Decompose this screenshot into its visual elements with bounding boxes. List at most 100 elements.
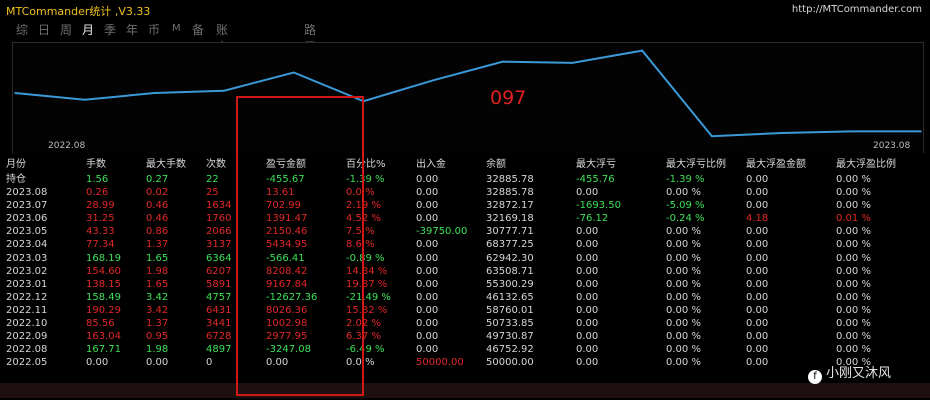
tab-month[interactable]: 月 — [82, 21, 94, 38]
total-row-background — [0, 383, 930, 398]
cell-max-float-profit: 0.00 — [746, 239, 769, 250]
cell-max-float-profit-pct: 0.00 % — [836, 200, 871, 211]
cell-deposit: 0.00 — [416, 292, 439, 303]
balance-point-2023.03 — [571, 62, 574, 64]
tab-year[interactable]: 年 — [126, 21, 138, 38]
website-link[interactable]: http://MTCommander.com — [792, 4, 922, 15]
cell-max-drawdown: 0.00 — [576, 226, 599, 237]
cell-count: 4897 — [206, 344, 232, 355]
cell-month: 2023.03 — [6, 253, 48, 264]
cell-month: 持仓 — [6, 174, 26, 185]
cell-max-float-profit-pct: 0.00 % — [836, 305, 871, 316]
balance-point-2023.02 — [502, 60, 504, 63]
table-row: 2023.06 31.25 0.46 1760 1391.47 4.52 % 0.00 321… — [0, 212, 930, 225]
cell-max-float-profit-pct: 0.00 % — [836, 174, 871, 185]
cell-max-drawdown-pct: 0.00 % — [666, 331, 701, 342]
cell-deposit: 0.00 — [416, 266, 439, 277]
cell-max-float-profit: 最大浮盈金额 — [746, 159, 806, 170]
table-row: 2023.07 28.99 0.46 1634 702.99 2.19 % 0.00 3287… — [0, 199, 930, 212]
cell-max-lots: 0.95 — [146, 331, 169, 342]
cell-count: 3441 — [206, 318, 232, 329]
cell-deposit: 0.00 — [416, 305, 439, 316]
tab-day[interactable]: 日 — [38, 21, 50, 38]
cell-month: 2023.05 — [6, 226, 48, 237]
cell-deposit: 0.00 — [416, 318, 439, 329]
cell-max-drawdown: 最大浮亏 — [576, 159, 616, 170]
cell-max-drawdown: 0.00 — [576, 253, 599, 264]
cell-lots: 0.26 — [86, 187, 109, 198]
balance-point-2022.10 — [223, 89, 225, 92]
cell-count: 6364 — [206, 253, 232, 264]
tab-quarter[interactable]: 季 — [104, 21, 116, 38]
cell-month: 2022.12 — [6, 292, 48, 303]
cell-max-drawdown-pct: 0.00 % — [666, 344, 701, 355]
cell-deposit: 出入金 — [416, 159, 446, 170]
balance-line — [14, 49, 921, 138]
cell-max-drawdown-pct: 0.00 % — [666, 318, 701, 329]
cell-month: 2023.01 — [6, 279, 48, 290]
cell-month: 2023.06 — [6, 213, 48, 224]
cell-max-lots: 1.37 — [146, 318, 169, 329]
cell-count: 1760 — [206, 213, 232, 224]
cell-balance: 46132.65 — [486, 292, 534, 303]
cell-lots: 154.60 — [86, 266, 121, 277]
cell-deposit: 0.00 — [416, 187, 439, 198]
balance-chart — [12, 42, 924, 153]
cell-max-float-profit: 0.00 — [746, 279, 769, 290]
cell-max-float-profit: 0.00 — [746, 187, 769, 198]
cell-count: 6431 — [206, 305, 232, 316]
cell-max-float-profit-pct: 0.00 % — [836, 239, 871, 250]
cell-max-float-profit: 0.00 — [746, 357, 769, 368]
watermark: f 小刚又沐风 — [808, 362, 891, 384]
cell-month: 2022.09 — [6, 331, 48, 342]
cell-lots: 0.00 — [86, 357, 109, 368]
balance-point-2023.07 — [850, 130, 853, 133]
tab-week[interactable]: 周 — [60, 21, 72, 38]
cell-count: 3137 — [206, 239, 232, 250]
tab-currency[interactable]: 币 — [148, 21, 160, 38]
cell-lots: 43.33 — [86, 226, 115, 237]
cell-count: 22 — [206, 174, 219, 185]
cell-month: 2023.04 — [6, 239, 48, 250]
cell-balance: 62942.30 — [486, 253, 534, 264]
cell-balance: 46752.92 — [486, 344, 534, 355]
watermark-text: 小刚又沐风 — [826, 366, 892, 381]
cell-month: 2023.02 — [6, 266, 48, 277]
cell-month: 2022.08 — [6, 344, 48, 355]
table-row: 2023.05 43.33 0.86 2066 2150.46 7.5 % -39750.0… — [0, 225, 930, 238]
app-title: MTCommander统计 ,V3.33 — [6, 5, 151, 18]
cell-max-lots: 0.46 — [146, 213, 169, 224]
cell-lots: 28.99 — [86, 200, 115, 211]
table-row: 2023.02 154.60 1.98 6207 8208.42 14.84 % 0.00 6… — [0, 265, 930, 278]
cell-max-float-profit: 0.00 — [746, 305, 769, 316]
cell-balance: 58760.01 — [486, 305, 534, 316]
cell-balance: 余额 — [486, 159, 506, 170]
cell-max-float-profit-pct: 0.00 % — [836, 292, 871, 303]
cell-max-drawdown: 0.00 — [576, 279, 599, 290]
balance-point-2023.01 — [432, 79, 435, 82]
cell-deposit: 0.00 — [416, 344, 439, 355]
cell-month: 2022.05 — [6, 357, 48, 368]
cell-max-float-profit-pct: 0.01 % — [836, 213, 871, 224]
cell-max-float-profit-pct: 0.00 % — [836, 331, 871, 342]
cell-max-drawdown-pct: -5.09 % — [666, 200, 705, 211]
cell-max-drawdown-pct: 0.00 % — [666, 253, 701, 264]
title-bar: MTCommander统计 ,V3.33 http://MTCommander.… — [0, 0, 930, 20]
tab-m[interactable]: M — [172, 23, 181, 34]
balance-point-2022.11 — [293, 71, 295, 74]
cell-max-drawdown: 0.00 — [576, 305, 599, 316]
cell-deposit: 0.00 — [416, 253, 439, 264]
tab-notes[interactable]: 备 — [192, 21, 204, 38]
cell-max-float-profit: 0.00 — [746, 318, 769, 329]
cell-max-drawdown: -76.12 — [576, 213, 609, 224]
cell-max-drawdown: 0.00 — [576, 266, 599, 277]
table-row: 2022.11 190.29 3.42 6431 8026.36 15.82 % 0.00 5… — [0, 304, 930, 317]
cell-count: 0 — [206, 357, 213, 368]
cell-max-lots: 最大手数 — [146, 159, 186, 170]
cell-max-drawdown-pct: 0.00 % — [666, 279, 701, 290]
cell-balance: 32872.17 — [486, 200, 534, 211]
cell-max-float-profit: 0.00 — [746, 292, 769, 303]
cell-max-float-profit-pct: 0.00 % — [836, 253, 871, 264]
cell-month: 2022.10 — [6, 318, 48, 329]
tab-overview[interactable]: 综 — [16, 21, 28, 38]
